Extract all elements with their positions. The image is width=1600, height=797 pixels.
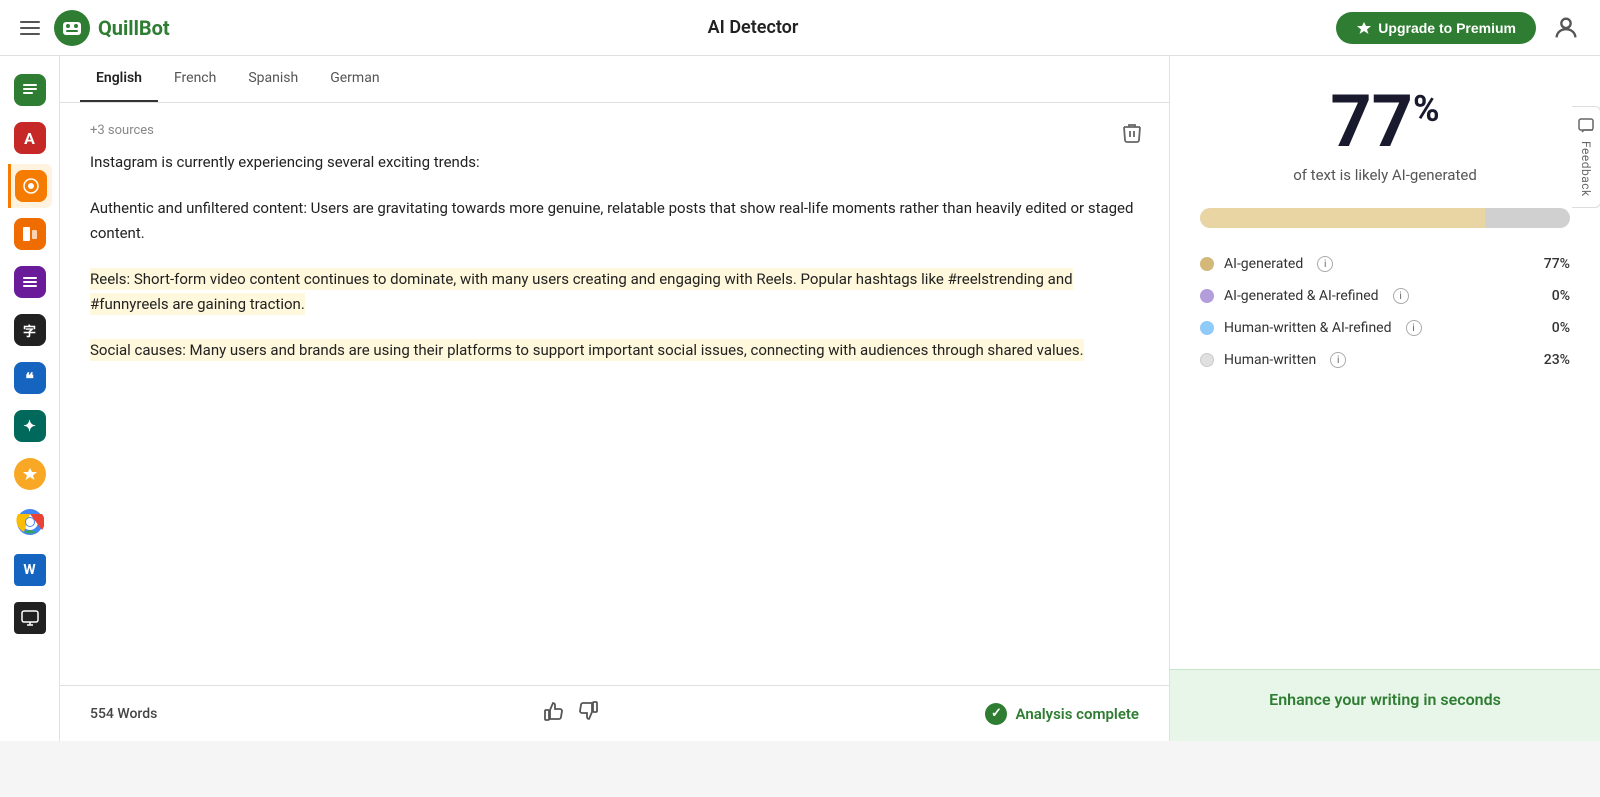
language-tabs: English French Spanish German	[60, 56, 1169, 103]
feedback-tab[interactable]: Feedback	[1572, 106, 1600, 208]
page-title: AI Detector	[708, 17, 799, 38]
likelihood-text: of text is likely AI-generated	[1293, 166, 1477, 184]
word-count: 554 Words	[90, 706, 157, 722]
highlighted-text-2: Social causes: Many users and brands are…	[90, 339, 1084, 361]
thumbs-down-icon[interactable]	[577, 700, 599, 727]
navbar-left: QuillBot	[20, 10, 170, 46]
human-refined-dot	[1200, 321, 1214, 335]
human-written-value: 23%	[1544, 352, 1570, 368]
feedback-label: Feedback	[1579, 141, 1593, 197]
feedback-icon	[1577, 117, 1595, 135]
sidebar-item-ai-writer[interactable]: ✦	[8, 404, 52, 448]
summarizer-icon	[14, 74, 46, 106]
user-icon[interactable]	[1552, 14, 1580, 42]
ai-detector-icon	[15, 170, 47, 202]
sidebar-item-translator[interactable]: 字	[8, 308, 52, 352]
sidebar-item-word[interactable]: W	[8, 548, 52, 592]
premium-icon	[14, 458, 46, 490]
legend: AI-generated i 77% AI-generated & AI-ref…	[1200, 256, 1570, 368]
sidebar-item-summarizer[interactable]	[8, 68, 52, 112]
word-icon: W	[14, 554, 46, 586]
delete-button[interactable]	[1121, 121, 1143, 148]
sidebar-item-ai-detector[interactable]	[8, 164, 52, 208]
sidebar-item-grammar[interactable]: A	[8, 116, 52, 160]
check-circle-icon: ✓	[985, 703, 1007, 725]
paragraph-4: Social causes: Many users and brands are…	[90, 338, 1139, 364]
ai-percentage: 77%	[1330, 86, 1439, 158]
paragraph-3: Reels: Short-form video content continue…	[90, 267, 1139, 318]
ai-generated-dot	[1200, 257, 1214, 271]
paragraph-2: Authentic and unfiltered content: Users …	[90, 196, 1139, 247]
logo[interactable]: QuillBot	[54, 10, 170, 46]
sidebar-item-monitor[interactable]	[8, 596, 52, 640]
translator-icon: 字	[14, 314, 46, 346]
human-written-dot	[1200, 353, 1214, 367]
tab-spanish[interactable]: Spanish	[232, 56, 314, 102]
left-panel: English French Spanish German +3 sources…	[60, 56, 1170, 741]
human-refined-label: Human-written & AI-refined	[1224, 320, 1392, 336]
sources-tag: +3 sources	[90, 123, 1139, 138]
paraphraser-icon	[14, 218, 46, 250]
human-refined-value: 0%	[1552, 320, 1570, 336]
sidebar-item-paraphraser[interactable]	[8, 212, 52, 256]
human-written-info[interactable]: i	[1330, 352, 1346, 368]
ai-generated-info[interactable]: i	[1317, 256, 1333, 272]
ai-generated-value: 77%	[1544, 256, 1570, 272]
logo-icon	[54, 10, 90, 46]
navbar: QuillBot AI Detector Upgrade to Premium	[0, 0, 1600, 56]
highlighted-text-1: Reels: Short-form video content continue…	[90, 268, 1073, 316]
tab-german[interactable]: German	[314, 56, 395, 102]
ai-progress-fill	[1200, 208, 1485, 228]
text-content: Instagram is currently experiencing seve…	[90, 150, 1139, 363]
text-area[interactable]: +3 sources Instagram is currently experi…	[60, 103, 1169, 685]
sidebar: A 字 ❝ ✦	[0, 56, 60, 741]
citation-icon: ❝	[14, 362, 46, 394]
thumbs-up-icon[interactable]	[543, 700, 565, 727]
results-area: 77% of text is likely AI-generated AI-ge…	[1170, 56, 1600, 669]
ai-refined-value: 0%	[1552, 288, 1570, 304]
tab-english[interactable]: English	[80, 56, 158, 102]
legend-ai-generated: AI-generated i 77%	[1200, 256, 1570, 272]
monitor-icon	[14, 602, 46, 634]
human-written-label: Human-written	[1224, 352, 1316, 368]
feedback-icons	[543, 700, 599, 727]
ai-refined-label: AI-generated & AI-refined	[1224, 288, 1379, 304]
progress-bar	[1200, 208, 1570, 228]
navbar-right: Upgrade to Premium	[1336, 12, 1580, 44]
legend-human-refined: Human-written & AI-refined i 0%	[1200, 320, 1570, 336]
legend-ai-refined: AI-generated & AI-refined i 0%	[1200, 288, 1570, 304]
ai-refined-info[interactable]: i	[1393, 288, 1409, 304]
legend-human-written: Human-written i 23%	[1200, 352, 1570, 368]
promo-section: Enhance your writing in seconds	[1170, 669, 1600, 741]
main-content: English French Spanish German +3 sources…	[60, 56, 1600, 741]
chrome-icon	[14, 506, 46, 538]
sidebar-item-premium[interactable]	[8, 452, 52, 496]
summarize2-icon	[14, 266, 46, 298]
sidebar-item-citation[interactable]: ❝	[8, 356, 52, 400]
bottom-bar: 554 Words ✓ Analysis complete	[60, 685, 1169, 741]
right-panel: 77% of text is likely AI-generated AI-ge…	[1170, 56, 1600, 741]
human-progress-fill	[1485, 208, 1570, 228]
ai-refined-dot	[1200, 289, 1214, 303]
human-refined-info[interactable]: i	[1406, 320, 1422, 336]
analysis-status: ✓ Analysis complete	[985, 703, 1139, 725]
ai-generated-label: AI-generated	[1224, 256, 1303, 272]
paragraph-1: Instagram is currently experiencing seve…	[90, 150, 1139, 176]
upgrade-button[interactable]: Upgrade to Premium	[1336, 12, 1536, 44]
grammar-icon: A	[14, 122, 46, 154]
hamburger-menu[interactable]	[20, 21, 40, 35]
ai-writer-icon: ✦	[14, 410, 46, 442]
sidebar-item-summarize2[interactable]	[8, 260, 52, 304]
tab-french[interactable]: French	[158, 56, 232, 102]
promo-text: Enhance your writing in seconds	[1200, 690, 1570, 709]
logo-text: QuillBot	[98, 16, 170, 40]
sidebar-item-chrome[interactable]	[8, 500, 52, 544]
